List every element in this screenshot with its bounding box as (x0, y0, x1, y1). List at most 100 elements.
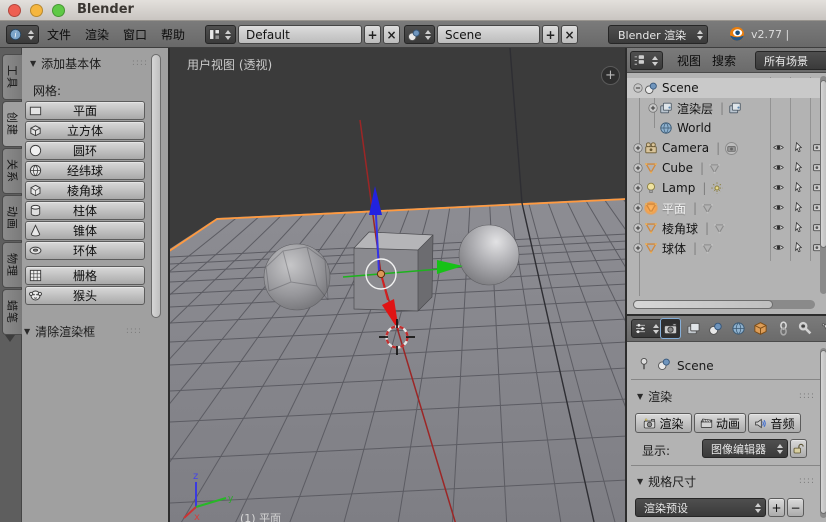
outliner-row-Camera[interactable]: Camera| (627, 138, 826, 158)
expand-plus-icon[interactable] (632, 202, 644, 214)
region-expand-button[interactable]: + (601, 66, 620, 85)
remove-preset-button[interactable]: − (787, 498, 804, 517)
eye-icon[interactable] (772, 241, 785, 254)
pointer-icon[interactable] (792, 181, 805, 194)
outliner-scrollbar-v-thumb[interactable] (820, 80, 826, 248)
tool-button-uvsphere[interactable]: 经纬球 (25, 161, 145, 180)
menu-render[interactable]: 渲染 (85, 26, 109, 44)
outliner-menu-view[interactable]: 视图 (677, 52, 701, 70)
outliner-row-棱角球[interactable]: 棱角球| (627, 218, 826, 238)
add-preset-button[interactable]: + (768, 498, 785, 517)
eye-icon[interactable] (772, 161, 785, 174)
animation-button[interactable]: 动画 (694, 413, 746, 433)
panel-grip[interactable]: :::: (799, 393, 815, 400)
panel-grip[interactable]: :::: (126, 328, 142, 335)
expand-plus-icon[interactable] (632, 222, 644, 234)
tool-button-cone[interactable]: 锥体 (25, 221, 145, 240)
pointer-icon[interactable] (792, 201, 805, 214)
eye-icon[interactable] (772, 181, 785, 194)
scene-name-field[interactable]: Scene (437, 25, 540, 44)
tool-button-cylinder[interactable]: 柱体 (25, 201, 145, 220)
tab-overflow-arrow-icon[interactable] (5, 335, 15, 342)
pointer-icon[interactable] (792, 221, 805, 234)
properties-tab-data[interactable] (818, 318, 826, 339)
outliner-menu-search[interactable]: 搜索 (712, 52, 736, 70)
window-minimize-button[interactable] (30, 4, 43, 17)
outliner-row-World[interactable]: World (627, 118, 826, 138)
outliner-filter-dropdown[interactable]: 所有场景 (755, 51, 826, 70)
eye-icon[interactable] (772, 221, 785, 234)
outliner-row-Lamp[interactable]: Lamp| (627, 178, 826, 198)
editor-type-selector-outliner[interactable] (630, 51, 663, 70)
expand-plus-icon[interactable] (632, 162, 644, 174)
tool-button-icosphere[interactable]: 棱角球 (25, 181, 145, 200)
eye-icon[interactable] (772, 201, 785, 214)
window-maximize-button[interactable] (52, 4, 65, 17)
properties-scrollbar-thumb[interactable] (820, 350, 826, 514)
expand-plus-icon[interactable] (632, 182, 644, 194)
tool-button-monkey[interactable]: 猴头 (25, 286, 145, 305)
panel-grip[interactable]: :::: (799, 478, 815, 485)
panel-grip[interactable]: :::: (132, 60, 148, 67)
display-mode-dropdown[interactable]: 图像编辑器 (702, 439, 788, 458)
toolshelf-tab-4[interactable]: 动画 (2, 195, 22, 241)
properties-tab-constraints[interactable] (773, 318, 794, 339)
pointer-icon[interactable] (792, 161, 805, 174)
close-scene-button[interactable]: × (561, 25, 578, 44)
tool-button-torus[interactable]: 环体 (25, 241, 145, 260)
close-layout-button[interactable]: × (383, 25, 400, 44)
icosphere-object[interactable] (264, 244, 330, 310)
scene-selector[interactable] (404, 25, 435, 44)
tool-button-cube[interactable]: 立方体 (25, 121, 145, 140)
expand-plus-icon[interactable] (647, 102, 659, 114)
outliner-row-平面[interactable]: 平面| (627, 198, 826, 218)
tool-button-circle[interactable]: 圆环 (25, 141, 145, 160)
add-layout-button[interactable]: + (364, 25, 381, 44)
toolshelf-tab-5[interactable]: 物理 (2, 242, 22, 288)
viewport-3d[interactable]: z y x 用户视图 (透视) (1) 平面 + (168, 48, 625, 522)
outliner-row-Scene[interactable]: Scene (627, 78, 826, 98)
render-engine-dropdown[interactable]: Blender 渲染 (608, 25, 708, 44)
panel-dimensions-header[interactable]: ▼ 规格尺寸 :::: (637, 473, 819, 490)
outliner-row-球体[interactable]: 球体| (627, 238, 826, 258)
screen-layout-name-field[interactable]: Default (238, 25, 362, 44)
properties-tab-render-layers[interactable] (683, 318, 704, 339)
toolshelf-tab-3[interactable]: 关系 (2, 148, 22, 194)
pin-icon[interactable] (637, 357, 651, 371)
menu-help[interactable]: 帮助 (161, 26, 185, 44)
expand-minus-icon[interactable] (632, 82, 644, 94)
menu-file[interactable]: 文件 (47, 26, 71, 44)
tool-button-grid[interactable]: 栅格 (25, 266, 145, 285)
outliner-scrollbar-h-thumb[interactable] (633, 300, 773, 309)
panel-clear-border-header[interactable]: ▼ 清除渲染框 :::: (24, 323, 160, 340)
panel-render-header[interactable]: ▼ 渲染 :::: (637, 388, 819, 405)
lock-button[interactable] (790, 439, 807, 458)
toolshelf-tab-6[interactable]: 蜡笔 (2, 289, 22, 335)
pointer-icon[interactable] (792, 141, 805, 154)
toolshelf-tab-1[interactable]: 工具 (2, 54, 22, 100)
properties-tab-render[interactable] (660, 318, 681, 339)
screen-layout-selector[interactable] (205, 25, 236, 44)
outliner-row-渲染层[interactable]: 渲染层| (627, 98, 826, 118)
audio-button[interactable]: 音频 (748, 413, 801, 433)
window-close-button[interactable] (8, 4, 21, 17)
editor-type-selector-info[interactable]: i (6, 25, 39, 44)
toolshelf-tab-2[interactable]: 创建 (2, 101, 22, 147)
pointer-icon[interactable] (792, 241, 805, 254)
panel-add-primitive-header[interactable]: ▼ 添加基本体 :::: (30, 55, 160, 72)
add-scene-button[interactable]: + (542, 25, 559, 44)
toolshelf-scrollbar-thumb[interactable] (151, 54, 161, 318)
uvsphere-object[interactable] (459, 225, 519, 285)
render-preset-dropdown[interactable]: 渲染预设 (635, 498, 766, 517)
viewport-canvas[interactable]: z y x (170, 48, 625, 522)
properties-tab-object[interactable] (750, 318, 771, 339)
tool-button-plane[interactable]: 平面 (25, 101, 145, 120)
menu-window[interactable]: 窗口 (123, 26, 147, 44)
expand-plus-icon[interactable] (632, 242, 644, 254)
expand-plus-icon[interactable] (632, 142, 644, 154)
properties-tab-scene[interactable] (705, 318, 726, 339)
properties-tab-world[interactable] (728, 318, 749, 339)
outliner-row-Cube[interactable]: Cube| (627, 158, 826, 178)
eye-icon[interactable] (772, 141, 785, 154)
render-button[interactable]: 渲染 (635, 413, 692, 433)
